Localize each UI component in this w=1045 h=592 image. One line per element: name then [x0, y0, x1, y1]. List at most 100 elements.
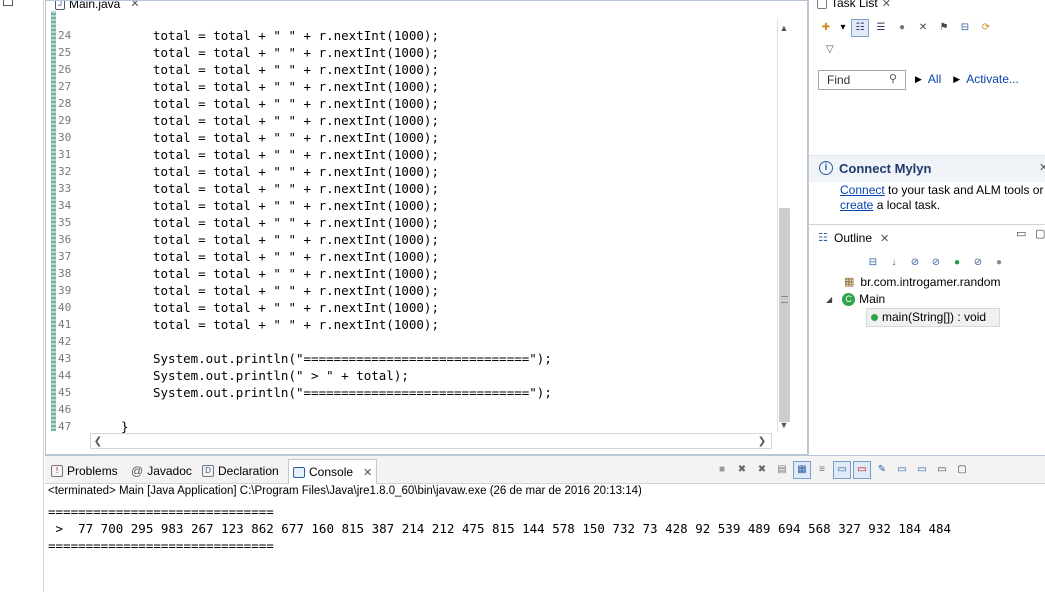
close-icon[interactable]: ✕: [130, 1, 139, 10]
show-stderr-icon[interactable]: ▭: [853, 461, 871, 479]
code-line: total = total + " " + r.nextInt(1000);: [153, 28, 439, 43]
console-line: ==============================: [48, 504, 274, 519]
console-toolbar: ■ ✖ ✖ ▤ ▦ ≡ ▭ ▭ ✎ ▭ ▭ ▭ ▢: [713, 461, 971, 479]
restore-icon[interactable]: [3, 0, 13, 6]
left-panel-strip: [0, 0, 44, 592]
tab-javadoc[interactable]: @ Javadoc: [131, 461, 192, 481]
line-number: 38: [58, 267, 72, 280]
tab-declaration[interactable]: D Declaration: [202, 461, 279, 481]
line-number: 37: [58, 250, 72, 263]
outline-header: ☷ Outline ✕ ▭ ▢: [809, 224, 1045, 251]
hide-nonpublic-icon[interactable]: ●: [948, 254, 966, 272]
task-list-title: Task List: [831, 0, 878, 10]
scroll-up-icon[interactable]: ▲: [777, 19, 791, 37]
collapse-all-icon[interactable]: ⊟: [956, 19, 974, 37]
line-number: 36: [58, 233, 72, 246]
outline-method[interactable]: main(String[]) : void: [866, 308, 1001, 327]
connect-link[interactable]: Connect: [840, 183, 885, 197]
all-link[interactable]: All: [928, 72, 941, 86]
outline-tab[interactable]: ☷ Outline ✕: [816, 230, 889, 246]
close-icon[interactable]: ✕: [882, 0, 891, 10]
create-text: a local task.: [873, 198, 941, 212]
connect-text: to your task and ALM tools or: [884, 183, 1044, 197]
scheduled-icon[interactable]: ☰: [872, 19, 890, 37]
maximize-icon[interactable]: ▢: [1035, 227, 1045, 240]
tab-problems[interactable]: ! Problems: [51, 461, 118, 481]
line-number-ruler: 24 25 26 27 28 29 30 31 32 33 34 35 36 37 38 39 40 41 42 43…: [58, 11, 82, 433]
new-task-icon[interactable]: ✚: [817, 19, 835, 37]
line-number: 41: [58, 318, 72, 331]
vertical-scroll-thumb[interactable]: [779, 208, 790, 422]
hide-fields-icon[interactable]: ⊘: [906, 254, 924, 272]
dropdown-icon[interactable]: ▾: [838, 19, 848, 37]
presentation-icon[interactable]: ●: [893, 19, 911, 37]
create-link[interactable]: create: [840, 198, 873, 212]
console-line: ==============================: [48, 538, 274, 553]
code-line: total = total + " " + r.nextInt(1000);: [153, 96, 439, 111]
clear-console-icon[interactable]: ▤: [773, 461, 791, 479]
connect-mylyn-header: i Connect Mylyn ✕: [809, 155, 1045, 182]
console-line: > 77 700 295 983 267 123 862 677 160 815…: [48, 521, 952, 536]
link-icon[interactable]: ●: [990, 254, 1008, 272]
hide-completed-icon[interactable]: ✕: [914, 19, 932, 37]
minimize-icon[interactable]: ▭: [1016, 227, 1026, 240]
close-icon[interactable]: ✕: [880, 232, 889, 245]
outline-toolbar: ⊟ ↓ ⊘ ⊘ ● ⊘ ●: [864, 254, 1008, 272]
open-console-icon[interactable]: ▭: [913, 461, 931, 479]
javadoc-icon: @: [131, 464, 144, 478]
chevron-right-icon: ▶: [953, 73, 961, 84]
right-sidebar: Task List ✕ ✚ ▾ ☷ ☰ ● ✕ ⚑ ⊟ ⟳ ▽ Find ⚲ ▶…: [808, 0, 1045, 455]
tab-console[interactable]: Console ✕: [288, 459, 378, 484]
package-label: br.com.introgamer.random: [860, 275, 1001, 289]
sync-icon[interactable]: ⟳: [977, 19, 995, 37]
task-list-tab[interactable]: Task List ✕: [817, 0, 891, 11]
line-number: 25: [58, 46, 72, 59]
outline-tree: ▦ br.com.introgamer.random ◢ C Main main…: [826, 274, 1001, 327]
hide-local-types-icon[interactable]: ⊘: [969, 254, 987, 272]
maximize-icon[interactable]: ▢: [953, 461, 971, 479]
hide-static-icon[interactable]: ⊘: [927, 254, 945, 272]
line-number: 34: [58, 199, 72, 212]
terminate-icon[interactable]: ■: [713, 461, 731, 479]
expand-icon[interactable]: ◢: [826, 291, 832, 308]
console-output[interactable]: ============================== > 77 700 …: [48, 503, 951, 554]
display-console-icon[interactable]: ▭: [893, 461, 911, 479]
collapse-all-icon[interactable]: ⊟: [864, 254, 882, 272]
sort-icon[interactable]: ↓: [885, 254, 903, 272]
focus-icon[interactable]: ⚑: [935, 19, 953, 37]
view-menu-icon[interactable]: ▽: [826, 44, 834, 55]
outline-package[interactable]: ▦ br.com.introgamer.random: [840, 274, 1000, 291]
code-line: System.out.println("====================…: [153, 351, 552, 366]
categorized-icon[interactable]: ☷: [851, 19, 869, 37]
pin-console-icon[interactable]: ✎: [873, 461, 891, 479]
code-line: total = total + " " + r.nextInt(1000);: [153, 249, 439, 264]
remove-all-icon[interactable]: ✖: [753, 461, 771, 479]
outline-title: Outline: [834, 231, 873, 245]
line-number: 33: [58, 182, 72, 195]
word-wrap-icon[interactable]: ≡: [813, 461, 831, 479]
code-line: total = total + " " + r.nextInt(1000);: [153, 300, 439, 315]
minimize-icon[interactable]: ▭: [933, 461, 951, 479]
scroll-down-icon[interactable]: ▼: [777, 417, 791, 433]
tab-javadoc-label: Javadoc: [147, 464, 192, 478]
close-icon[interactable]: ✕: [1039, 161, 1045, 174]
show-stdout-icon[interactable]: ▭: [833, 461, 851, 479]
code-line: total = total + " " + r.nextInt(1000);: [153, 317, 439, 332]
scroll-left-icon[interactable]: ❮: [90, 433, 106, 449]
horizontal-scrollbar[interactable]: [90, 433, 772, 449]
editor-tab-main-java[interactable]: J Main.java ✕: [51, 1, 144, 11]
remove-launch-icon[interactable]: ✖: [733, 461, 751, 479]
code-area[interactable]: total = total + " " + r.nextInt(1000); to…: [121, 11, 783, 434]
code-line: total = total + " " + r.nextInt(1000);: [153, 62, 439, 77]
scroll-lock-icon[interactable]: ▦: [793, 461, 811, 479]
outline-icon: ☷: [818, 232, 828, 244]
code-line: total = total + " " + r.nextInt(1000);: [153, 198, 439, 213]
code-line: total = total + " " + r.nextInt(1000);: [153, 215, 439, 230]
task-filters: ▶ All ▶ Activate...: [915, 72, 1019, 86]
java-file-icon: J: [55, 1, 65, 10]
close-icon[interactable]: ✕: [363, 466, 372, 479]
editor-tab-label: Main.java: [69, 1, 121, 11]
scroll-right-icon[interactable]: ❯: [754, 433, 770, 449]
outline-class[interactable]: ◢ C Main: [826, 291, 1000, 308]
activate-link[interactable]: Activate...: [966, 72, 1019, 86]
